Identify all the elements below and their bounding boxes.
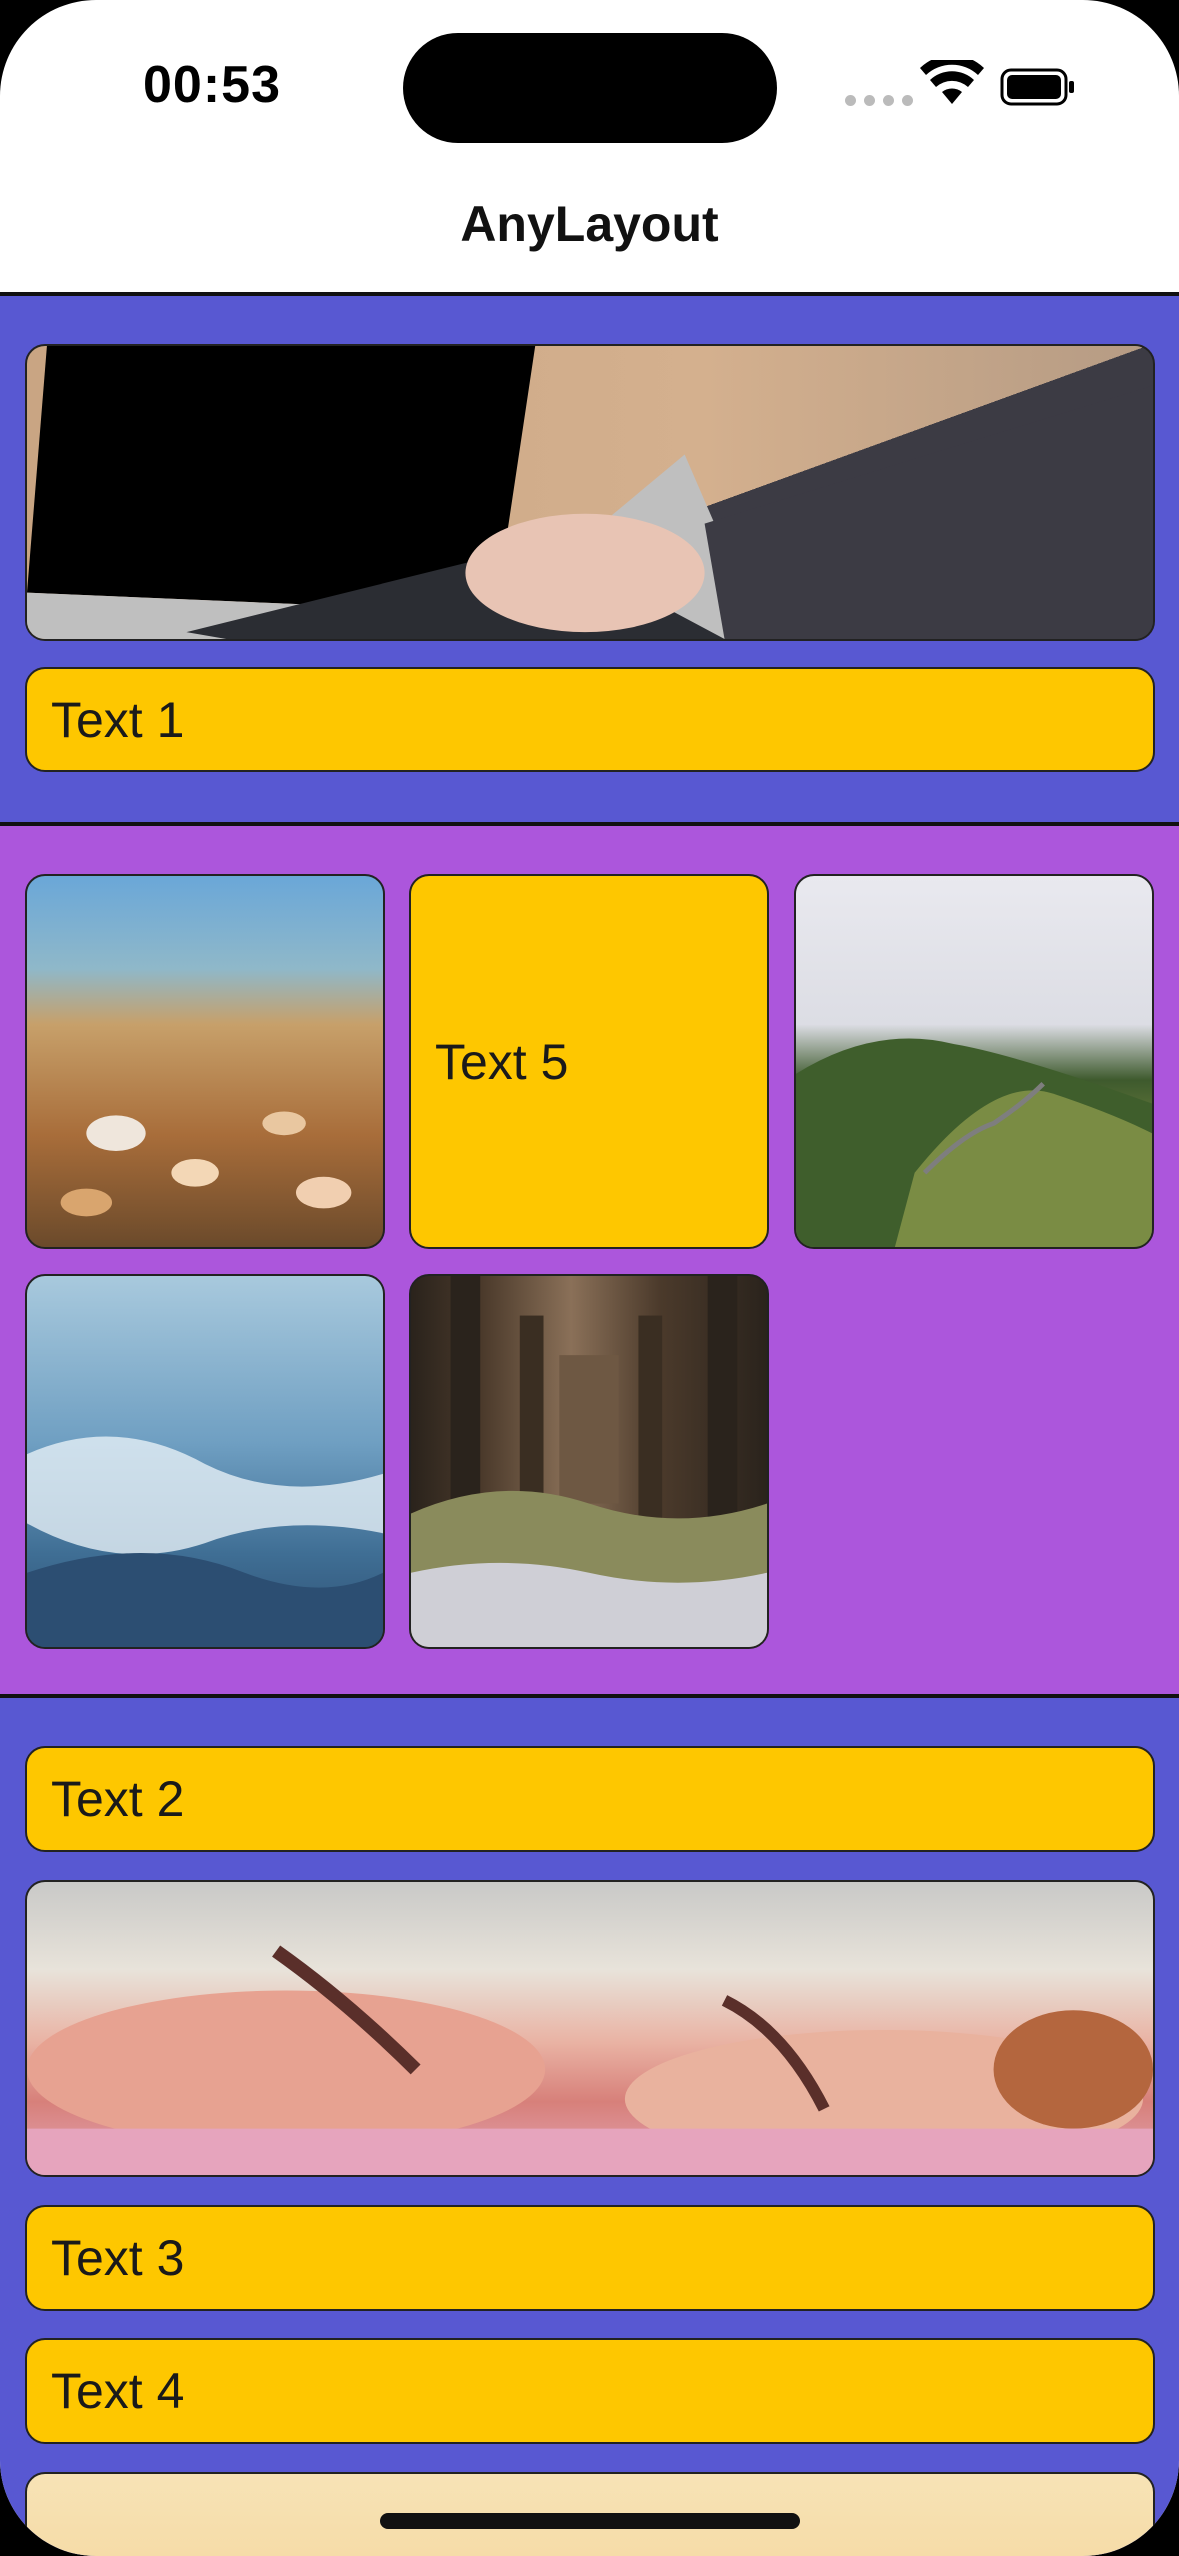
layout-section-grid: Text 5 [0, 822, 1179, 1698]
text-card-2: Text 2 [25, 1746, 1155, 1852]
text-card-label: Text 5 [435, 1033, 569, 1090]
text-card-3: Text 3 [25, 2205, 1155, 2311]
status-bar: 00:53 [0, 0, 1179, 180]
status-time: 00:53 [143, 56, 281, 114]
text-card-label: Text 1 [51, 691, 185, 748]
beach-shells-image [25, 874, 385, 1249]
text-card-4: Text 4 [25, 2338, 1155, 2444]
text-card-label: Text 3 [51, 2230, 185, 2286]
layout-section-vertical: Text 1 [0, 292, 1179, 824]
pier-waves-image [409, 1274, 769, 1649]
text-card-1: Text 1 [25, 667, 1155, 772]
hill-road-image [794, 874, 1154, 1249]
laptop-image [25, 344, 1155, 641]
page-title: AnyLayout [460, 196, 719, 252]
signal-dots-icon [845, 95, 913, 106]
app-screen: 00:53 AnyLayout Text 1 Text 5 Text 2 Tex… [0, 0, 1179, 2556]
wifi-icon [920, 60, 984, 104]
text-card-label: Text 2 [51, 1771, 185, 1827]
mountains-sky-image [25, 1274, 385, 1649]
dynamic-island [403, 33, 777, 143]
text-card-label: Text 4 [51, 2363, 185, 2419]
layout-section-vertical-2: Text 2 Text 3 Text 4 [0, 1694, 1179, 2556]
text-card-5: Text 5 [409, 874, 769, 1249]
battery-icon [1000, 68, 1074, 106]
home-indicator[interactable] [380, 2513, 800, 2529]
sunbathing-image [25, 1880, 1155, 2177]
